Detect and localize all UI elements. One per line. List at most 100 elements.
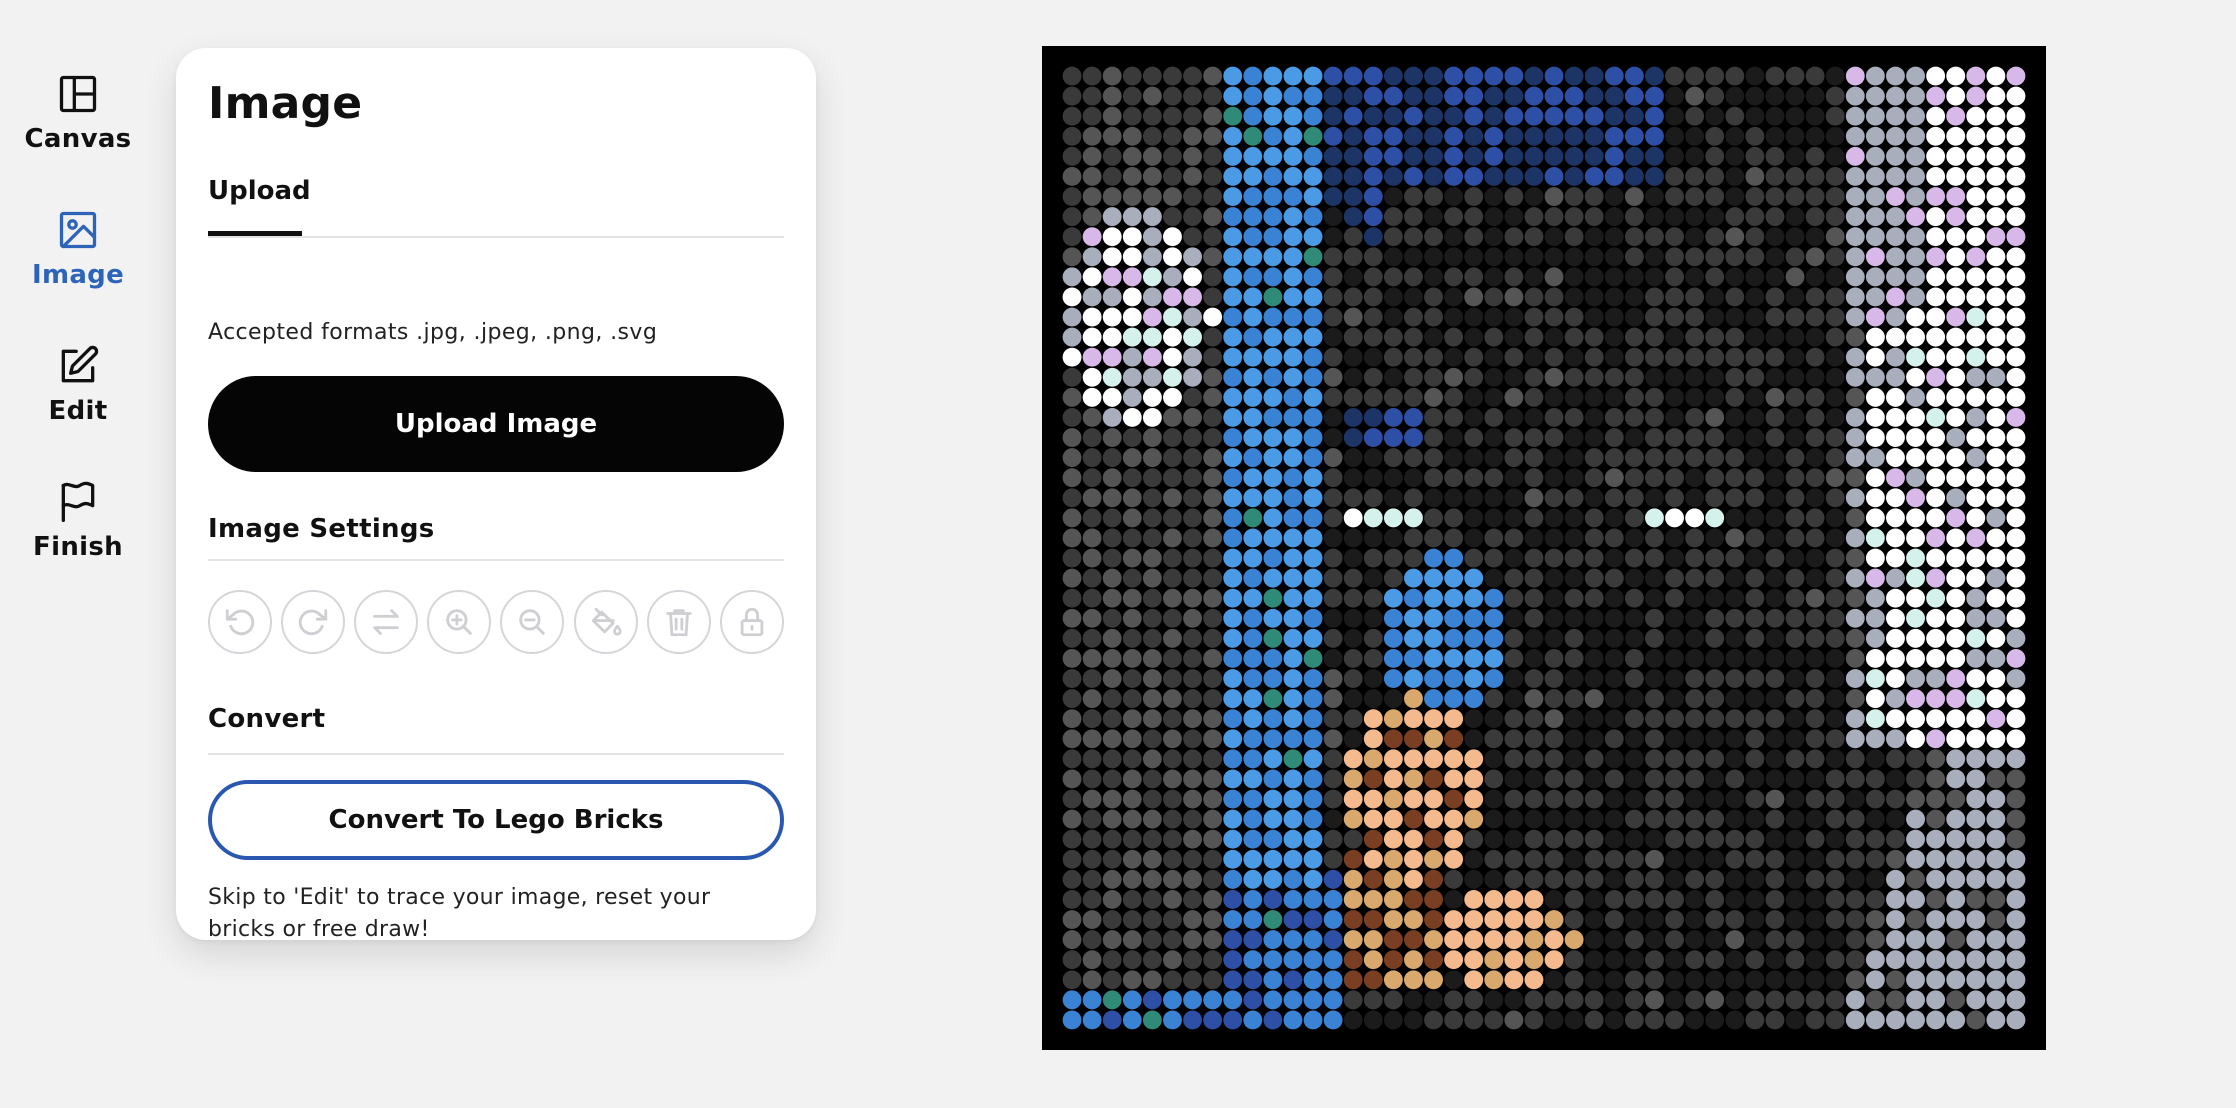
brick-stud[interactable] (1464, 769, 1484, 789)
brick-stud[interactable] (1424, 387, 1443, 407)
brick-stud[interactable] (1906, 950, 1925, 970)
brick-stud[interactable] (1323, 769, 1343, 789)
brick-stud[interactable] (1886, 488, 1905, 508)
brick-stud[interactable] (1464, 227, 1484, 247)
brick-stud[interactable] (1363, 689, 1383, 709)
brick-stud[interactable] (1564, 448, 1584, 468)
brick-stud[interactable] (1946, 307, 1966, 327)
brick-stud[interactable] (1584, 568, 1604, 588)
brick-stud[interactable] (1203, 207, 1223, 227)
brick-stud[interactable] (1865, 106, 1885, 126)
brick-stud[interactable] (1765, 970, 1785, 990)
brick-stud[interactable] (1564, 769, 1584, 789)
brick-stud[interactable] (1926, 890, 1946, 909)
brick-stud[interactable] (1986, 950, 2006, 970)
brick-stud[interactable] (1645, 789, 1664, 809)
brick-stud[interactable] (1183, 869, 1202, 889)
brick-stud[interactable] (1966, 970, 1986, 990)
brick-stud[interactable] (1142, 347, 1162, 367)
brick-stud[interactable] (1705, 106, 1725, 126)
brick-stud[interactable] (1524, 227, 1544, 247)
brick-stud[interactable] (1725, 508, 1745, 528)
brick-stud[interactable] (1424, 126, 1443, 146)
brick-stud[interactable] (1906, 387, 1925, 407)
brick-stud[interactable] (1383, 749, 1403, 769)
brick-stud[interactable] (1604, 448, 1624, 468)
brick-stud[interactable] (1845, 548, 1865, 568)
brick-stud[interactable] (1584, 608, 1604, 628)
brick-stud[interactable] (1243, 568, 1263, 588)
brick-stud[interactable] (1464, 508, 1484, 528)
brick-stud[interactable] (1805, 267, 1825, 287)
brick-stud[interactable] (1946, 950, 1966, 970)
brick-stud[interactable] (1604, 769, 1624, 789)
brick-stud[interactable] (1444, 990, 1464, 1010)
brick-stud[interactable] (1705, 829, 1725, 849)
brick-stud[interactable] (1243, 187, 1263, 206)
brick-stud[interactable] (1504, 287, 1524, 307)
brick-stud[interactable] (1424, 649, 1443, 668)
brick-stud[interactable] (1604, 307, 1624, 327)
brick-stud[interactable] (1725, 749, 1745, 769)
brick-stud[interactable] (1424, 367, 1443, 387)
brick-stud[interactable] (1343, 789, 1363, 809)
brick-stud[interactable] (1484, 809, 1504, 829)
brick-stud[interactable] (1544, 950, 1564, 970)
brick-stud[interactable] (1745, 408, 1765, 427)
brick-stud[interactable] (1484, 1010, 1504, 1030)
brick-stud[interactable] (2006, 910, 2026, 929)
brick-stud[interactable] (1283, 930, 1303, 950)
brick-stud[interactable] (1645, 729, 1664, 749)
brick-stud[interactable] (1685, 890, 1705, 909)
brick-stud[interactable] (1082, 187, 1102, 206)
brick-stud[interactable] (1122, 468, 1142, 488)
brick-stud[interactable] (1122, 729, 1142, 749)
brick-stud[interactable] (1966, 468, 1986, 488)
brick-stud[interactable] (1926, 126, 1946, 146)
brick-stud[interactable] (1725, 468, 1745, 488)
brick-stud[interactable] (1142, 970, 1162, 990)
brick-stud[interactable] (1122, 347, 1142, 367)
brick-stud[interactable] (1062, 367, 1082, 387)
brick-stud[interactable] (1745, 689, 1765, 709)
brick-stud[interactable] (1705, 548, 1725, 568)
brick-stud[interactable] (1464, 910, 1484, 929)
brick-stud[interactable] (1142, 187, 1162, 206)
brick-stud[interactable] (1865, 829, 1885, 849)
brick-stud[interactable] (1845, 970, 1865, 990)
brick-stud[interactable] (1323, 649, 1343, 668)
brick-stud[interactable] (1082, 488, 1102, 508)
brick-stud[interactable] (1805, 548, 1825, 568)
brick-stud[interactable] (1524, 287, 1544, 307)
brick-stud[interactable] (1243, 468, 1263, 488)
brick-stud[interactable] (1444, 468, 1464, 488)
brick-stud[interactable] (1604, 1010, 1624, 1030)
brick-stud[interactable] (1082, 528, 1102, 548)
brick-stud[interactable] (1484, 849, 1504, 869)
brick-stud[interactable] (1624, 950, 1644, 970)
brick-stud[interactable] (1082, 287, 1102, 307)
brick-stud[interactable] (1785, 167, 1805, 186)
brick-stud[interactable] (1223, 789, 1243, 809)
brick-stud[interactable] (1865, 970, 1885, 990)
brick-stud[interactable] (1584, 528, 1604, 548)
brick-stud[interactable] (1805, 508, 1825, 528)
brick-stud[interactable] (1926, 66, 1946, 86)
brick-stud[interactable] (1524, 448, 1544, 468)
brick-stud[interactable] (1685, 126, 1705, 146)
brick-stud[interactable] (1102, 307, 1122, 327)
brick-stud[interactable] (1383, 528, 1403, 548)
brick-stud[interactable] (1263, 910, 1283, 929)
brick-stud[interactable] (1765, 227, 1785, 247)
brick-stud[interactable] (1283, 428, 1303, 447)
brick-stud[interactable] (1203, 167, 1223, 186)
brick-stud[interactable] (1142, 387, 1162, 407)
brick-stud[interactable] (1624, 849, 1644, 869)
brick-stud[interactable] (1825, 287, 1845, 307)
brick-stud[interactable] (1665, 126, 1684, 146)
brick-stud[interactable] (1705, 769, 1725, 789)
brick-stud[interactable] (1705, 749, 1725, 769)
brick-stud[interactable] (1303, 950, 1323, 970)
brick-stud[interactable] (1564, 990, 1584, 1010)
brick-stud[interactable] (1142, 327, 1162, 347)
